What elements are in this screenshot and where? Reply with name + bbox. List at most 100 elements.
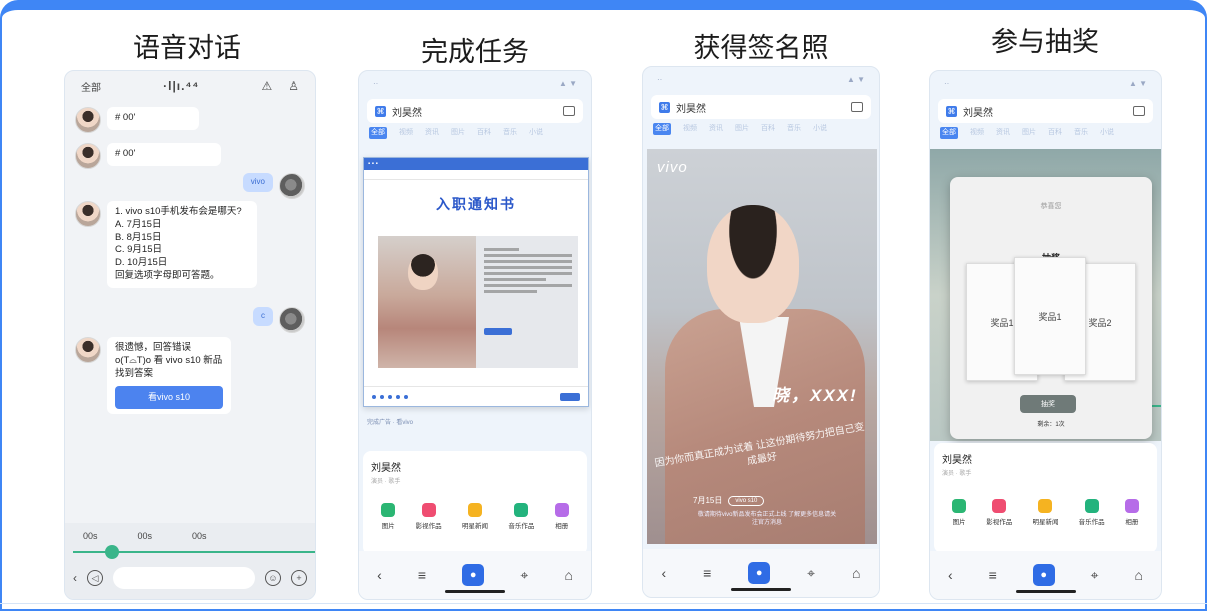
menu-icon[interactable]: ≡ <box>989 567 997 583</box>
app-shortcut[interactable]: 相册 <box>554 503 569 530</box>
tab[interactable]: 小说 <box>529 127 543 139</box>
chat-message: # 00' <box>75 143 221 169</box>
tab[interactable]: 全部 <box>653 123 671 135</box>
quiz-question: 1. vivo s10手机发布会是哪天? <box>115 206 242 217</box>
app-shortcut[interactable]: 音乐作品 <box>508 503 534 530</box>
message-input[interactable] <box>113 567 255 589</box>
phone-signed-photo: ·· ▲ ▼ ⌘ 刘昊然 全部 视频 资讯 图片 百科 音乐 小说 vivo 晓，… <box>642 66 880 598</box>
bottom-divider <box>0 603 1207 611</box>
voice-bubble[interactable]: # 00' <box>107 143 221 166</box>
voice-tab[interactable]: 00s <box>138 531 153 541</box>
tab[interactable]: 资讯 <box>709 123 723 135</box>
app-shortcut[interactable]: 相册 <box>1124 499 1139 526</box>
home-icon[interactable]: ⌂ <box>852 565 860 581</box>
search-bar[interactable]: ⌘ 刘昊然 <box>938 99 1153 123</box>
tab[interactable]: 资讯 <box>425 127 439 139</box>
chevron-left-icon[interactable]: ‹ <box>661 565 666 581</box>
tab[interactable]: 视频 <box>399 127 413 139</box>
camera-icon[interactable] <box>563 106 575 116</box>
chat-message-quiz: 1. vivo s10手机发布会是哪天? A. 7月15日 B. 8月15日 C… <box>75 201 257 288</box>
app-shortcut[interactable]: 音乐作品 <box>1079 499 1105 526</box>
menu-icon[interactable]: ≡ <box>703 565 711 581</box>
home-icon[interactable]: ⌂ <box>1135 567 1143 583</box>
tab[interactable]: 视频 <box>970 127 984 139</box>
camera-icon[interactable] <box>1133 106 1145 116</box>
tab[interactable]: 音乐 <box>503 127 517 139</box>
search-text: 刘昊然 <box>676 103 706 115</box>
chat-message-user: vivo <box>242 173 305 199</box>
quiz-option: D. 10月15日 <box>115 257 168 269</box>
emoji-icon[interactable]: ☺ <box>265 570 281 586</box>
task-caption: 完成广告 · 看vivo <box>367 420 414 426</box>
brand-logo: vivo <box>657 159 688 176</box>
avatar <box>75 337 101 363</box>
tab[interactable]: 全部 <box>369 127 387 139</box>
tab[interactable]: 百科 <box>477 127 491 139</box>
mic-icon[interactable]: ● <box>1032 564 1055 586</box>
compass-icon[interactable]: ⌖ <box>520 567 528 584</box>
prize-card[interactable]: 奖品1 <box>1014 257 1086 375</box>
status-left: 全部 <box>81 82 101 94</box>
voice-tab[interactable]: 00s <box>83 531 98 541</box>
audio-progress-handle[interactable] <box>105 545 119 559</box>
send-button[interactable] <box>560 392 580 401</box>
offer-letter-window: ▪ ▪ ▪ 入职通知书 <box>363 157 589 407</box>
quiz-bubble: 1. vivo s10手机发布会是哪天? A. 7月15日 B. 8月15日 C… <box>107 201 257 288</box>
avatar <box>279 173 305 199</box>
camera-icon[interactable] <box>851 102 863 112</box>
input-row: ‹ ◁ ☺ + <box>73 565 307 591</box>
app-icon <box>421 503 436 517</box>
tab[interactable]: 资讯 <box>996 127 1010 139</box>
window-toolbar <box>364 170 588 180</box>
tab[interactable]: 百科 <box>761 123 775 135</box>
search-bar[interactable]: ⌘ 刘昊然 <box>367 99 583 123</box>
menu-icon[interactable]: ≡ <box>418 567 426 583</box>
panel-title-voice: 语音对话 <box>133 33 241 63</box>
tab[interactable]: 图片 <box>451 127 465 139</box>
mic-icon[interactable]: ● <box>462 564 485 586</box>
quiz-hint: 回复选项字母即可答题。 <box>115 270 220 282</box>
avatar <box>75 143 101 169</box>
voice-bubble[interactable]: # 00' <box>107 107 199 130</box>
compass-icon[interactable]: ⌖ <box>807 565 815 582</box>
tab[interactable]: 音乐 <box>1074 127 1088 139</box>
letter-action-button[interactable] <box>484 328 512 335</box>
app-shortcut[interactable]: 影视作品 <box>416 503 442 530</box>
app-icon <box>514 503 529 517</box>
voice-tab[interactable]: 00s <box>192 531 207 541</box>
quiz-option: A. 7月15日 <box>115 218 162 230</box>
search-bar[interactable]: ⌘ 刘昊然 <box>651 95 871 119</box>
tab[interactable]: 音乐 <box>787 123 801 135</box>
tab[interactable]: 图片 <box>1022 127 1036 139</box>
app-icon <box>554 503 569 517</box>
chevron-left-icon[interactable]: ‹ <box>948 567 953 583</box>
tab[interactable]: 视频 <box>683 123 697 135</box>
app-shortcut[interactable]: 影视作品 <box>986 499 1012 526</box>
draw-button[interactable]: 抽奖 <box>1020 395 1076 413</box>
product-pill: vivo s10 <box>728 495 765 506</box>
app-shortcut[interactable]: 图片 <box>952 499 967 526</box>
plus-icon[interactable]: + <box>291 570 307 586</box>
tab[interactable]: 小说 <box>813 123 827 135</box>
app-icon <box>381 503 396 517</box>
tab[interactable]: 百科 <box>1048 127 1062 139</box>
lottery-modal: 恭喜您 抽奖 奖品1 奖品2 奖品1 抽奖 剩余：1次 <box>950 177 1152 439</box>
app-shortcut[interactable]: 明星新闻 <box>1032 499 1058 526</box>
warning-icon[interactable]: ⚠ <box>261 79 272 93</box>
user-voice-bubble[interactable]: vivo <box>242 173 273 192</box>
tab[interactable]: 小说 <box>1100 127 1114 139</box>
view-vivo-button[interactable]: 看vivo s10 <box>115 386 223 409</box>
app-shortcut[interactable]: 图片 <box>381 503 396 530</box>
voice-toggle-icon[interactable]: ◁ <box>87 570 103 586</box>
user-voice-bubble[interactable]: c <box>253 307 273 326</box>
launch-date: 7月15日 <box>693 496 723 505</box>
back-icon[interactable]: ‹ <box>73 571 77 585</box>
app-shortcut[interactable]: 明星新闻 <box>462 503 488 530</box>
home-icon[interactable]: ⌂ <box>564 567 572 583</box>
tab[interactable]: 图片 <box>735 123 749 135</box>
tab[interactable]: 全部 <box>940 127 958 139</box>
mic-icon[interactable]: ● <box>748 562 771 584</box>
user-icon[interactable]: ♙ <box>288 79 299 93</box>
compass-icon[interactable]: ⌖ <box>1091 567 1099 584</box>
chevron-left-icon[interactable]: ‹ <box>377 567 382 583</box>
